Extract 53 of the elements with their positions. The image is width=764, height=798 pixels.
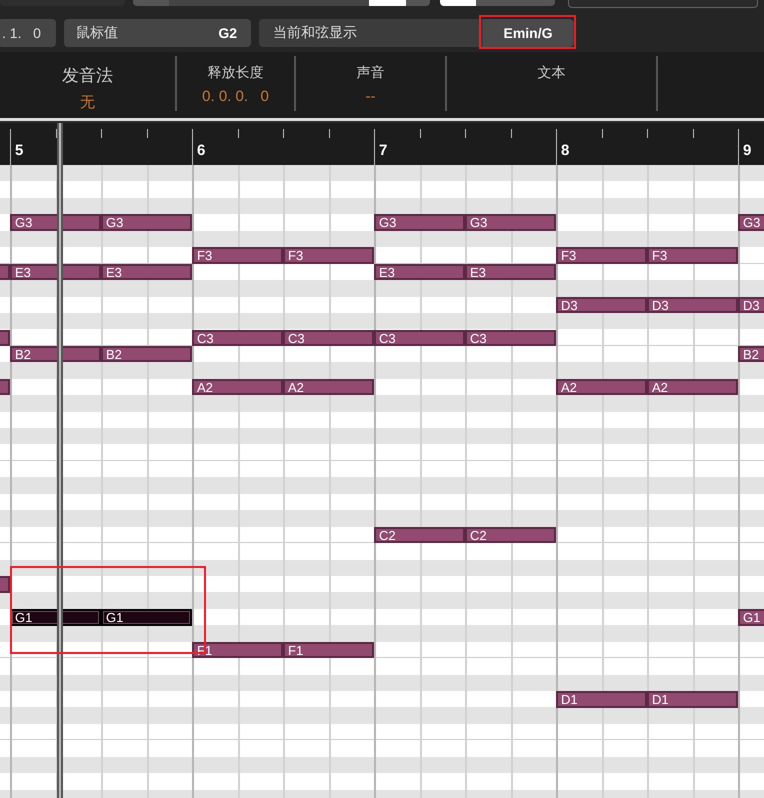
midi-note[interactable]: F1 [283,642,374,658]
midi-note[interactable]: F3 [283,247,374,264]
bar-number: 6 [197,142,206,159]
playhead[interactable] [57,165,63,798]
midi-note[interactable]: F3 [192,247,283,264]
field-label: 鼠标值 [76,24,118,42]
column-title: 声音 [356,64,384,82]
bar-number: 9 [743,142,752,159]
midi-note[interactable]: G3 [374,214,465,231]
midi-note[interactable]: C2 [465,526,556,544]
midi-note[interactable]: F3 [556,247,647,264]
column-value[interactable]: -- [366,88,376,105]
timeline-ruler[interactable]: 5 6 7 8 9 [0,121,764,165]
midi-note[interactable]: B2 [738,346,764,362]
midi-note[interactable]: G3 [738,214,764,231]
midi-note[interactable]: F3 [647,247,738,264]
column-title: 释放长度 [208,64,264,82]
field-value: G2 [218,25,237,41]
column-value[interactable]: 0. 0. 0. 0 [202,88,269,105]
column-value[interactable]: 无 [80,93,95,112]
bar-number: 8 [561,142,570,159]
midi-note[interactable]: A2 [556,378,647,396]
bar-number: 5 [15,142,24,159]
column-title: 文本 [538,64,566,82]
midi-note[interactable]: G1 [738,609,764,626]
midi-note[interactable]: D1 [647,691,738,708]
field-label: 当前和弦显示 [273,24,357,42]
midi-note[interactable]: C3 [374,330,465,346]
midi-note[interactable]: A2 [192,378,283,396]
bar-number: 7 [379,142,388,159]
position-field[interactable]: . 1. 0 [0,19,56,47]
midi-note[interactable]: C3 [283,330,374,346]
midi-note[interactable]: E3 [101,264,192,280]
midi-note[interactable]: A2 [647,378,738,396]
column-title: 发音法 [62,65,113,87]
midi-note[interactable]: G3 [10,214,101,231]
midi-note[interactable]: B2 [101,346,192,362]
midi-note[interactable]: G1 [101,609,192,626]
midi-note[interactable]: E3 [465,264,556,280]
midi-note[interactable]: C3 [465,330,556,346]
midi-note[interactable]: D3 [556,296,647,314]
midi-note[interactable]: E3 [374,264,465,280]
midi-note[interactable]: C3 [192,330,283,346]
midi-note[interactable]: G1 [10,609,101,626]
midi-note[interactable]: D3 [647,296,738,314]
midi-note[interactable]: A2 [283,378,374,396]
playhead[interactable] [57,123,63,165]
midi-note[interactable]: G3 [465,214,556,231]
midi-note[interactable]: D1 [556,691,647,708]
midi-note[interactable]: D3 [738,296,764,314]
chord-value: Emin/G [483,19,573,47]
midi-note[interactable]: C2 [374,526,465,544]
midi-note[interactable]: G3 [101,214,192,231]
